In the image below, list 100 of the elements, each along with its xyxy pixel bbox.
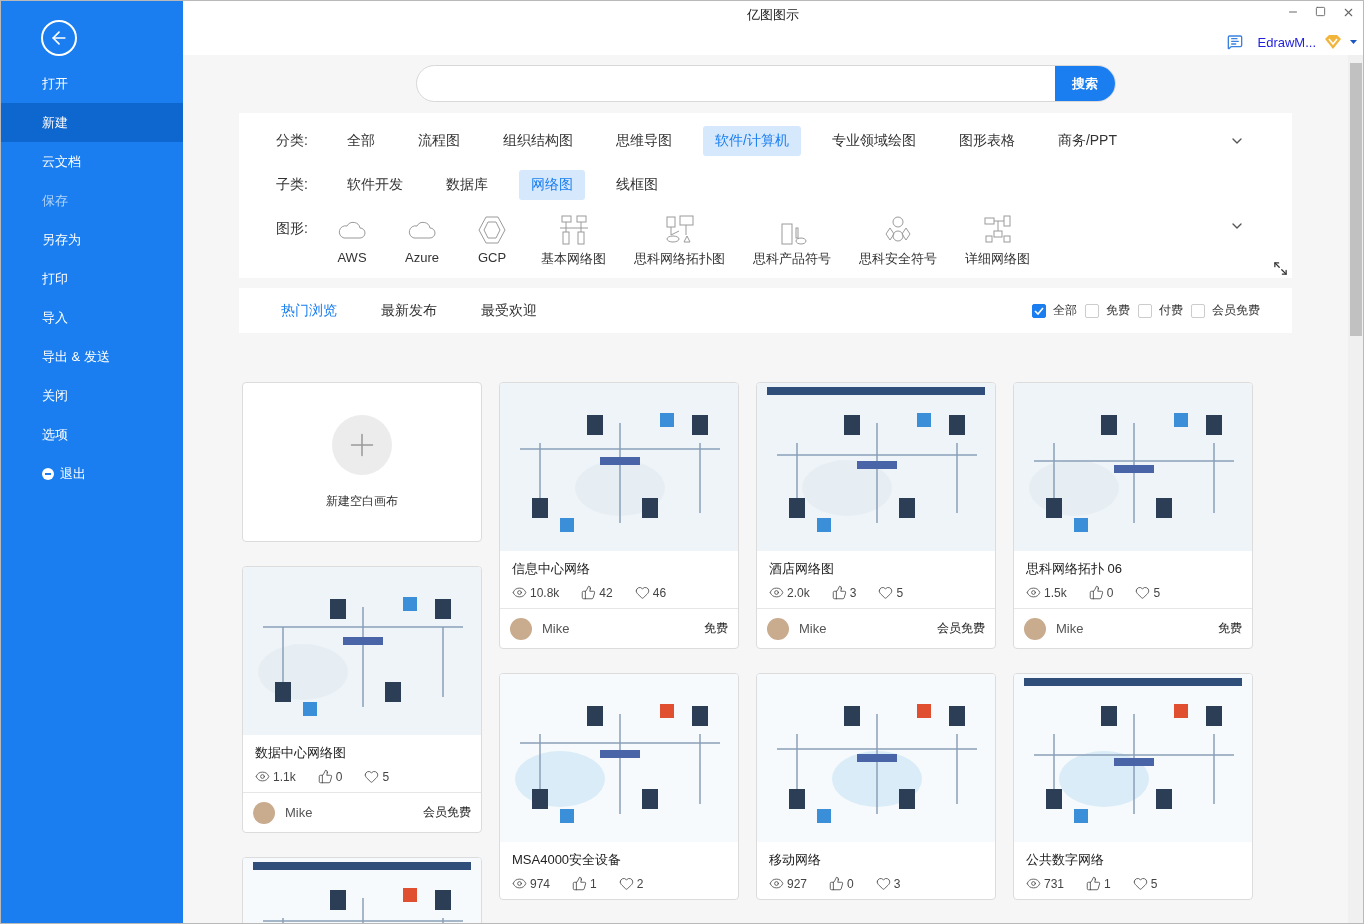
checkbox-label: 免费: [1106, 302, 1130, 319]
category-option[interactable]: 流程图: [406, 126, 472, 156]
sidebar-item[interactable]: 关闭: [1, 376, 183, 415]
sort-tab[interactable]: 最新发布: [381, 301, 437, 320]
eye-icon: [1026, 876, 1041, 891]
category-option[interactable]: 商务/PPT: [1045, 126, 1129, 156]
heart-icon: [1132, 876, 1148, 891]
checkbox[interactable]: [1085, 303, 1099, 318]
vip-icon: [1324, 34, 1342, 50]
template-card[interactable]: 思科网络拓扑 06 1.5k 0 5 Mike 免费: [1013, 382, 1253, 649]
card-title: 数据中心网络图: [255, 744, 347, 762]
favorite-count: 5: [364, 769, 390, 784]
category-option[interactable]: 全部: [335, 126, 387, 156]
chat-icon[interactable]: [1227, 34, 1244, 50]
resize-icon[interactable]: [1273, 261, 1288, 276]
shape-library[interactable]: 详细网络图: [965, 214, 1030, 268]
card-title: 酒店网络图: [769, 560, 835, 578]
eye-icon: [512, 585, 527, 600]
like-count: 3: [831, 585, 857, 600]
shape-library[interactable]: GCP: [471, 214, 513, 268]
shape-label: 基本网络图: [541, 250, 606, 268]
template-card[interactable]: 信息中心网络 10.8k 42 46 Mike 免费: [499, 382, 739, 649]
template-card[interactable]: 移动网络 927 0 3: [756, 673, 996, 900]
shape-library[interactable]: 思科产品符号: [753, 214, 831, 268]
close-icon[interactable]: [1342, 6, 1355, 19]
sidebar-item[interactable]: 退出: [1, 454, 183, 493]
sidebar-item[interactable]: 云文档: [1, 142, 183, 181]
favorite-count: 3: [875, 876, 901, 891]
eye-icon: [769, 876, 784, 891]
author-name: Mike: [1056, 621, 1085, 636]
card-title: 新建空白画布: [326, 492, 398, 510]
checkbox[interactable]: [1138, 303, 1152, 318]
template-card[interactable]: 公共数字网络 731 1 5: [1013, 673, 1253, 900]
category-option[interactable]: 组织结构图: [491, 126, 585, 156]
price-tag: 免费: [704, 620, 728, 637]
checkbox[interactable]: [1191, 303, 1205, 318]
shape-library[interactable]: Azure: [401, 214, 443, 268]
favorite-count: 5: [1132, 876, 1158, 891]
checkbox-label: 付费: [1159, 302, 1183, 319]
thumbs-up-icon: [1086, 876, 1102, 891]
sidebar-item[interactable]: 打开: [1, 64, 183, 103]
favorite-count: 5: [878, 585, 904, 600]
avatar: [767, 617, 789, 640]
price-tag: 免费: [1218, 620, 1242, 637]
sort-tab[interactable]: 最受欢迎: [481, 301, 537, 320]
shape-label: GCP: [477, 250, 507, 265]
author-name: Mike: [285, 805, 314, 820]
heart-icon: [618, 876, 634, 891]
template-card[interactable]: 酒店网络图 2.0k 3 5 Mike 会员免费: [756, 382, 996, 649]
scrollbar-thumb[interactable]: [1349, 63, 1362, 336]
heart-icon: [875, 876, 891, 891]
like-count: 0: [829, 876, 854, 891]
shape-library[interactable]: 思科安全符号: [859, 214, 937, 268]
category-option[interactable]: 专业领域绘图: [819, 126, 928, 156]
subcategory-option[interactable]: 软件开发: [335, 170, 415, 200]
new-canvas-card[interactable]: 新建空白画布: [242, 382, 482, 542]
heart-icon: [364, 769, 380, 784]
eye-icon: [1026, 585, 1041, 600]
shape-library[interactable]: 思科网络拓扑图: [634, 214, 725, 268]
checkbox-label: 全部: [1053, 302, 1077, 319]
sidebar-item[interactable]: 另存为: [1, 220, 183, 259]
maximize-icon[interactable]: [1315, 6, 1326, 17]
sidebar-item[interactable]: 导入: [1, 298, 183, 337]
sidebar-item[interactable]: 选项: [1, 415, 183, 454]
avatar: [1024, 617, 1046, 640]
avatar: [510, 617, 532, 640]
subcategory-option[interactable]: 线框图: [604, 170, 670, 200]
sort-tab[interactable]: 热门浏览: [281, 301, 337, 320]
price-tag: 会员免费: [423, 804, 471, 821]
thumbs-up-icon: [581, 585, 597, 600]
heart-icon: [1135, 585, 1151, 600]
heart-icon: [634, 585, 650, 600]
checkbox-label: 会员免费: [1212, 302, 1260, 319]
category-option[interactable]: 图形表格: [946, 126, 1027, 156]
subcategory-option[interactable]: 数据库: [434, 170, 500, 200]
template-card[interactable]: MSA4000安全设备 974 1 2: [499, 673, 739, 900]
exit-icon: [42, 467, 54, 480]
sidebar-item[interactable]: 打印: [1, 259, 183, 298]
like-count: 0: [317, 769, 343, 784]
network-icon: [981, 214, 1014, 246]
search-field[interactable]: 搜索: [415, 65, 1116, 102]
card-title: 思科网络拓扑 06: [1026, 560, 1124, 578]
shape-library[interactable]: 基本网络图: [541, 214, 606, 268]
eye-icon: [769, 585, 784, 600]
account-name[interactable]: EdrawM...: [1257, 34, 1316, 50]
card-title: 公共数字网络: [1026, 851, 1105, 869]
shape-library[interactable]: AWS: [331, 214, 373, 268]
shape-label: AWS: [337, 250, 367, 265]
search-button[interactable]: 搜索: [1054, 66, 1115, 101]
category-option[interactable]: 思维导图: [604, 126, 684, 156]
price-tag: 会员免费: [937, 620, 985, 637]
eye-icon: [512, 876, 527, 891]
shape-label: 详细网络图: [965, 250, 1030, 268]
checkbox[interactable]: [1032, 303, 1046, 318]
caret-icon[interactable]: [1350, 39, 1357, 45]
sidebar-item[interactable]: 导出 & 发送: [1, 337, 183, 376]
sidebar-item[interactable]: 新建: [1, 103, 183, 142]
back-button[interactable]: [41, 20, 77, 56]
template-card[interactable]: 数据中心网络图 1.1k 0 5 Mike 会员免费: [242, 566, 482, 833]
author-name: Mike: [542, 621, 571, 636]
